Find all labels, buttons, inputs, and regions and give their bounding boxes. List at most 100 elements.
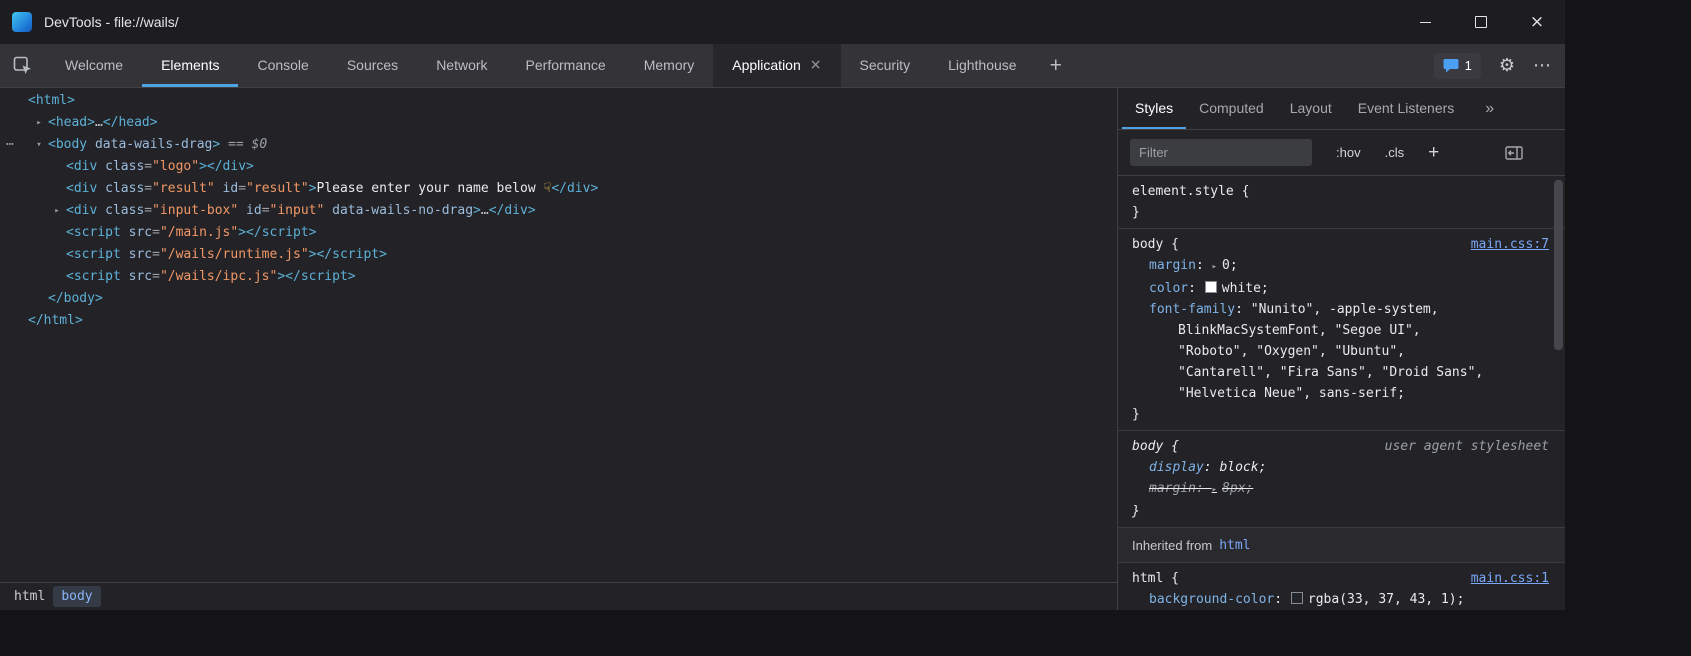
style-rule: body {main.css:7margin: ▸0;color: white;… <box>1118 229 1565 431</box>
code-token: = <box>152 247 160 262</box>
property-value: white; <box>1222 281 1269 296</box>
breadcrumb-item-html[interactable]: html <box>6 586 53 607</box>
property-value-wrap: BlinkMacSystemFont, "Segoe UI", <box>1132 320 1565 341</box>
overflow-tabs-icon[interactable]: » <box>1477 88 1502 129</box>
color-swatch-icon[interactable] <box>1205 281 1217 293</box>
feedback-button[interactable]: 1 <box>1434 53 1481 79</box>
code-token: <script <box>66 225 121 240</box>
property-value: "Nunito", -apple-system, <box>1251 302 1439 317</box>
rule-selector[interactable]: body { main.css:7 <box>1132 234 1565 255</box>
rule-selector[interactable]: element.style { <box>1132 181 1565 202</box>
dom-node[interactable]: <div class="result" id="result">Please e… <box>0 178 1117 200</box>
code-token: > <box>309 181 317 196</box>
dom-node[interactable]: ▸<head>…</head> <box>0 112 1117 134</box>
tab-welcome[interactable]: Welcome <box>46 44 142 87</box>
expand-shorthand-icon[interactable]: ▸ <box>1212 485 1217 495</box>
code-token: </div> <box>551 181 598 196</box>
sidebar-tab-computed[interactable]: Computed <box>1186 88 1277 129</box>
code-token: "/wails/ipc.js" <box>160 269 277 284</box>
more-tools-button[interactable]: + <box>1036 44 1076 87</box>
property-colon: : <box>1196 481 1212 496</box>
inherited-node-link[interactable]: html <box>1219 538 1250 553</box>
code-token: "logo" <box>152 159 199 174</box>
panel-tab-strip: WelcomeElements Console Sources Network Perf… <box>46 44 1036 87</box>
open-brace: { <box>1163 237 1179 252</box>
breadcrumb: htmlbody <box>0 582 1117 610</box>
property-value: 8px; <box>1222 481 1253 496</box>
node-menu-icon[interactable]: ⋯ <box>6 134 15 156</box>
pseudo-state-toggle[interactable]: :hov <box>1336 145 1361 160</box>
stylesheet-link[interactable]: main.css:1 <box>1471 568 1549 589</box>
css-property[interactable]: margin: ▸ 8px; <box>1132 478 1565 501</box>
sidebar-pane-toggle-button[interactable] <box>1505 146 1523 160</box>
property-value: 0; <box>1222 258 1238 273</box>
dom-node[interactable]: ⋯▾<body data-wails-drag> == $0 <box>0 134 1117 156</box>
sidebar-tab-styles[interactable]: Styles <box>1122 88 1186 129</box>
tab-console[interactable]: Console <box>238 44 327 87</box>
tab-label: Network <box>436 44 487 87</box>
close-button[interactable]: × <box>1509 0 1565 44</box>
code-token: == $0 <box>220 137 267 152</box>
tab-performance[interactable]: Performance <box>507 44 625 87</box>
expand-arrow-icon[interactable]: ▾ <box>33 134 45 156</box>
stylesheet-link[interactable]: main.css:7 <box>1471 234 1549 255</box>
code-token: "input-box" <box>152 203 238 218</box>
rule-selector[interactable]: html {main.css:1 <box>1132 568 1565 589</box>
dom-node[interactable]: <div class="logo"></div> <box>0 156 1117 178</box>
code-token: <script <box>66 269 121 284</box>
speech-bubble-icon <box>1443 58 1459 73</box>
tab-security[interactable]: Security <box>841 44 930 87</box>
minimize-icon <box>1420 22 1431 23</box>
elements-panel: <html>▸<head>…</head>⋯▾<body data-wails-… <box>0 88 1118 610</box>
rule-selector[interactable]: body {user agent stylesheet <box>1132 436 1565 457</box>
css-property[interactable]: display: block; <box>1132 457 1565 478</box>
dom-node[interactable]: </html> <box>0 310 1117 332</box>
css-property[interactable]: background-color: rgba(33, 37, 43, 1); <box>1132 589 1565 610</box>
dom-node[interactable]: ▸<div class="input-box" id="input" data-… <box>0 200 1117 222</box>
code-token: <body <box>48 137 87 152</box>
expand-arrow-icon[interactable]: ▸ <box>33 112 45 134</box>
code-token: src <box>121 247 152 262</box>
property-colon: : <box>1235 302 1251 317</box>
customize-menu-icon[interactable]: ⋯ <box>1533 55 1551 76</box>
styles-scrollbar-thumb[interactable] <box>1554 180 1563 350</box>
color-swatch-icon[interactable] <box>1291 592 1303 604</box>
style-rule: html {main.css:1background-color: rgba(3… <box>1118 563 1565 610</box>
css-property[interactable]: color: white; <box>1132 278 1565 299</box>
class-toggle[interactable]: .cls <box>1385 145 1405 160</box>
styles-tab-strip: StylesComputedLayoutEvent Listeners» <box>1118 88 1565 130</box>
dom-node[interactable]: <script src="/wails/runtime.js"></script… <box>0 244 1117 266</box>
property-value: rgba(33, 37, 43, 1); <box>1308 592 1465 607</box>
dom-node[interactable]: <script src="/wails/ipc.js"></script> <box>0 266 1117 288</box>
maximize-button[interactable] <box>1453 0 1509 44</box>
settings-gear-icon[interactable]: ⚙ <box>1499 55 1515 76</box>
expand-arrow-icon[interactable]: ▸ <box>51 200 63 222</box>
tab-memory[interactable]: Memory <box>625 44 714 87</box>
tab-lighthouse[interactable]: Lighthouse <box>929 44 1036 87</box>
selector-text: body <box>1132 237 1163 252</box>
css-property[interactable]: font-family: "Nunito", -apple-system, <box>1132 299 1565 320</box>
tab-network[interactable]: Network <box>417 44 506 87</box>
new-style-rule-button[interactable]: + <box>1428 142 1439 164</box>
minimize-button[interactable] <box>1397 0 1453 44</box>
code-token: > <box>473 203 481 218</box>
tab-sources[interactable]: Sources <box>328 44 417 87</box>
sidebar-tab-event-listeners[interactable]: Event Listeners <box>1345 88 1468 129</box>
inspect-element-button[interactable] <box>0 44 46 87</box>
sidebar-tab-layout[interactable]: Layout <box>1277 88 1345 129</box>
window-controls: × <box>1397 0 1565 44</box>
tab-label: Console <box>257 44 308 87</box>
expand-shorthand-icon[interactable]: ▸ <box>1212 262 1217 272</box>
close-tab-icon[interactable]: × <box>810 44 822 87</box>
dom-tree: <html>▸<head>…</head>⋯▾<body data-wails-… <box>0 88 1117 582</box>
css-property[interactable]: margin: ▸0; <box>1132 255 1565 278</box>
tab-application[interactable]: Application× <box>713 44 840 87</box>
dom-node[interactable]: <html> <box>0 90 1117 112</box>
breadcrumb-item-body[interactable]: body <box>53 586 100 607</box>
property-name: margin <box>1149 481 1196 496</box>
dom-node[interactable]: </body> <box>0 288 1117 310</box>
window-title: DevTools - file://wails/ <box>44 14 179 30</box>
styles-filter-input[interactable] <box>1130 139 1312 166</box>
tab-elements[interactable]: Elements <box>142 44 238 87</box>
dom-node[interactable]: <script src="/main.js"></script> <box>0 222 1117 244</box>
